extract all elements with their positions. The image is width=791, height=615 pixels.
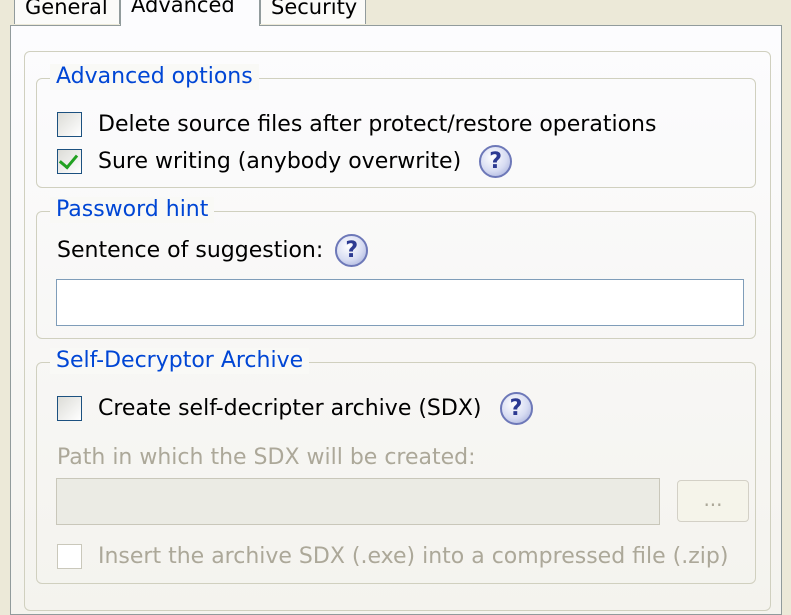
sure-writing-row[interactable]: Sure writing (anybody overwrite) ?: [57, 144, 513, 178]
advanced-options-group: Advanced options Delete source files aft…: [36, 64, 756, 188]
help-icon[interactable]: ?: [335, 233, 369, 267]
sentence-label: Sentence of suggestion:: [57, 237, 324, 263]
tab-security[interactable]: Security: [260, 0, 366, 24]
create-sdx-checkbox[interactable]: [57, 395, 82, 421]
delete-source-label[interactable]: Delete source files after protect/restor…: [98, 112, 656, 137]
help-icon[interactable]: ?: [479, 144, 513, 178]
create-sdx-row[interactable]: Create self-decripter archive (SDX) ?: [57, 391, 533, 425]
help-icon[interactable]: ?: [499, 391, 533, 425]
create-sdx-label[interactable]: Create self-decripter archive (SDX): [98, 396, 482, 421]
delete-source-row[interactable]: Delete source files after protect/restor…: [57, 109, 656, 139]
sdx-group: Self-Decryptor Archive Create self-decri…: [36, 348, 756, 584]
sentence-label-row: Sentence of suggestion: ?: [57, 233, 369, 267]
password-hint-input[interactable]: [56, 279, 744, 326]
sdx-path-label: Path in which the SDX will be created:: [57, 445, 476, 470]
browse-button[interactable]: ...: [677, 480, 749, 522]
advanced-options-title: Advanced options: [50, 64, 259, 90]
tab-advanced[interactable]: Advanced: [120, 0, 260, 26]
password-hint-title: Password hint: [50, 197, 215, 223]
checkmark-icon: [58, 148, 79, 170]
sure-writing-label[interactable]: Sure writing (anybody overwrite): [98, 149, 461, 174]
insert-zip-row[interactable]: Insert the archive SDX (.exe) into a com…: [57, 541, 728, 571]
sure-writing-checkbox[interactable]: [57, 148, 82, 174]
password-hint-group: Password hint Sentence of suggestion: ?: [36, 197, 756, 339]
tab-general[interactable]: General: [14, 0, 120, 24]
delete-source-checkbox[interactable]: [57, 111, 82, 137]
sdx-title: Self-Decryptor Archive: [50, 348, 310, 374]
sdx-path-input[interactable]: [56, 478, 660, 525]
tab-bar: General Advanced Security: [0, 0, 791, 26]
insert-zip-checkbox[interactable]: [57, 543, 82, 569]
insert-zip-label[interactable]: Insert the archive SDX (.exe) into a com…: [98, 544, 728, 569]
